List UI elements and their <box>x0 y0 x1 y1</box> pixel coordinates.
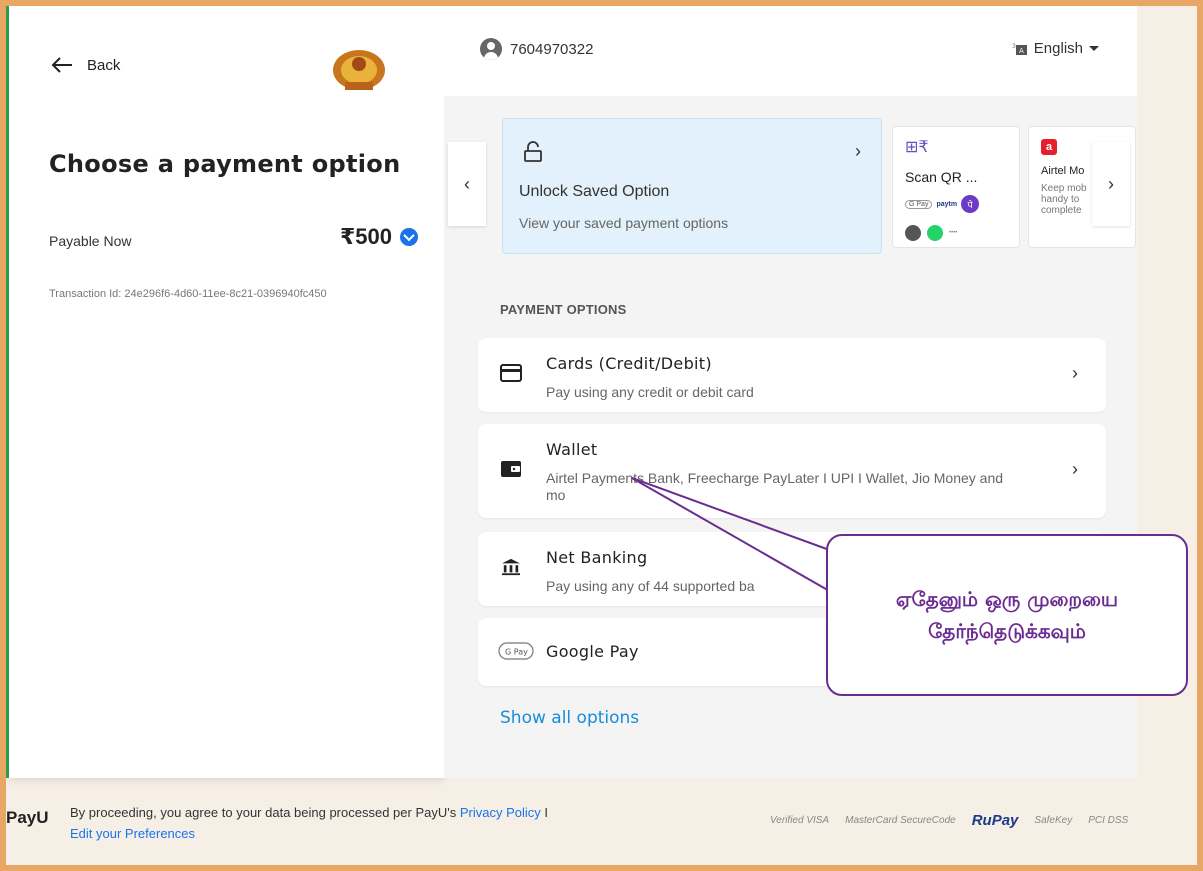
saved-title: Unlock Saved Option <box>519 183 670 200</box>
consent-statement: By proceeding, you agree to your data be… <box>70 805 457 820</box>
phonepe-icon: पे <box>961 195 980 213</box>
transaction-id: Transaction Id: 24e296f6-4d60-11ee-8c21-… <box>49 288 327 300</box>
credit-card-icon <box>500 364 522 382</box>
amount-display[interactable]: ₹500 <box>340 224 418 250</box>
language-label: English <box>1033 40 1083 57</box>
svg-text:A: A <box>1019 47 1024 55</box>
lock-icon <box>524 141 542 162</box>
merchant-logo <box>333 50 385 90</box>
rupay-badge: RuPay <box>971 812 1019 829</box>
airtel-logo-icon: a <box>1041 139 1057 155</box>
chevron-right-icon: › <box>855 141 861 161</box>
page-title: Choose a payment option <box>49 150 401 178</box>
qr-rupee-icon: ⊞₹ <box>905 139 929 156</box>
user-info: 7604970322 <box>480 38 593 60</box>
instruction-callout: ஏதேனும் ஒரு முறையை தேர்ந்தெடுக்கவும் <box>826 534 1188 696</box>
consent-text: By proceeding, you agree to your data be… <box>70 802 570 844</box>
svg-text:3: 3 <box>1012 43 1016 50</box>
more-upi-apps: •••• <box>905 225 957 241</box>
expand-details-icon[interactable] <box>400 228 418 246</box>
back-button[interactable]: Back <box>51 56 120 74</box>
option-desc: Pay using any credit or debit card <box>546 384 754 400</box>
back-label: Back <box>87 56 121 74</box>
scan-qr-card[interactable]: ⊞₹ Scan QR ... G Pay paytm पे •••• <box>892 126 1020 248</box>
gpay-icon: G Pay <box>498 642 534 660</box>
chevron-down-icon <box>1089 46 1099 51</box>
header-bar: 7604970322 3 A English <box>444 0 1137 96</box>
user-icon <box>480 38 502 60</box>
safekey-badge: SafeKey <box>1034 815 1073 826</box>
pci-dss-badge: PCI DSS <box>1088 815 1129 826</box>
chevron-left-icon: ‹ <box>464 173 470 194</box>
show-all-options-link[interactable]: Show all options <box>500 708 639 728</box>
privacy-policy-link[interactable]: Privacy Policy <box>460 805 541 820</box>
carousel-next-button[interactable]: › <box>1092 142 1130 226</box>
chevron-right-icon: › <box>1072 363 1078 383</box>
separator: I <box>544 805 549 820</box>
payzapp-icon <box>905 225 921 241</box>
edit-preferences-link[interactable]: Edit your Preferences <box>70 826 195 841</box>
payu-logo: PayU <box>6 808 49 827</box>
qr-title: Scan QR ... <box>905 169 978 185</box>
option-name: Cards (Credit/Debit) <box>546 354 712 373</box>
option-name: Google Pay <box>546 642 639 661</box>
unlock-saved-option-card[interactable]: › Unlock Saved Option View your saved pa… <box>502 118 882 254</box>
option-desc: Airtel Payments Bank, Freecharge PayLate… <box>546 470 1004 503</box>
more-apps-icon: •••• <box>949 230 958 236</box>
option-cards[interactable]: Cards (Credit/Debit) Pay using any credi… <box>478 338 1106 412</box>
user-phone: 7604970322 <box>510 40 594 58</box>
saved-subtitle: View your saved payment options <box>519 215 729 231</box>
callout-text: ஏதேனும் ஒரு முறையை தேர்ந்தெடுக்கவும் <box>895 587 1119 643</box>
option-wallet[interactable]: Wallet Airtel Payments Bank, Freecharge … <box>478 424 1106 518</box>
airtel-title: Airtel Mo <box>1041 165 1085 177</box>
carousel-prev-button[interactable]: ‹ <box>448 142 486 226</box>
payable-label: Payable Now <box>49 233 132 249</box>
option-name: Wallet <box>546 440 598 459</box>
section-heading: PAYMENT OPTIONS <box>500 302 627 317</box>
paytm-chip: paytm <box>936 200 958 208</box>
mastercard-badge: MasterCard SecureCode <box>845 815 956 826</box>
option-name: Net Banking <box>546 548 648 567</box>
upi-apps: G Pay paytm पे <box>905 195 980 213</box>
arrow-left-icon <box>51 57 72 73</box>
whatsapp-icon <box>927 225 943 241</box>
visa-badge: Verified VISA <box>770 815 830 826</box>
svg-text:G Pay: G Pay <box>505 648 528 657</box>
chevron-right-icon: › <box>1108 173 1114 194</box>
wallet-icon <box>501 461 521 477</box>
amount-value: ₹500 <box>339 224 392 249</box>
chevron-right-icon: › <box>1072 459 1078 479</box>
security-badges: Verified VISA MasterCard SecureCode RuPa… <box>770 812 1128 829</box>
gpay-chip: G Pay <box>905 199 933 209</box>
translate-icon: 3 A <box>1012 43 1027 55</box>
bank-icon <box>502 558 520 576</box>
order-summary-panel: Back Choose a payment option Payable Now… <box>9 0 444 778</box>
language-selector[interactable]: 3 A English <box>1012 40 1099 57</box>
